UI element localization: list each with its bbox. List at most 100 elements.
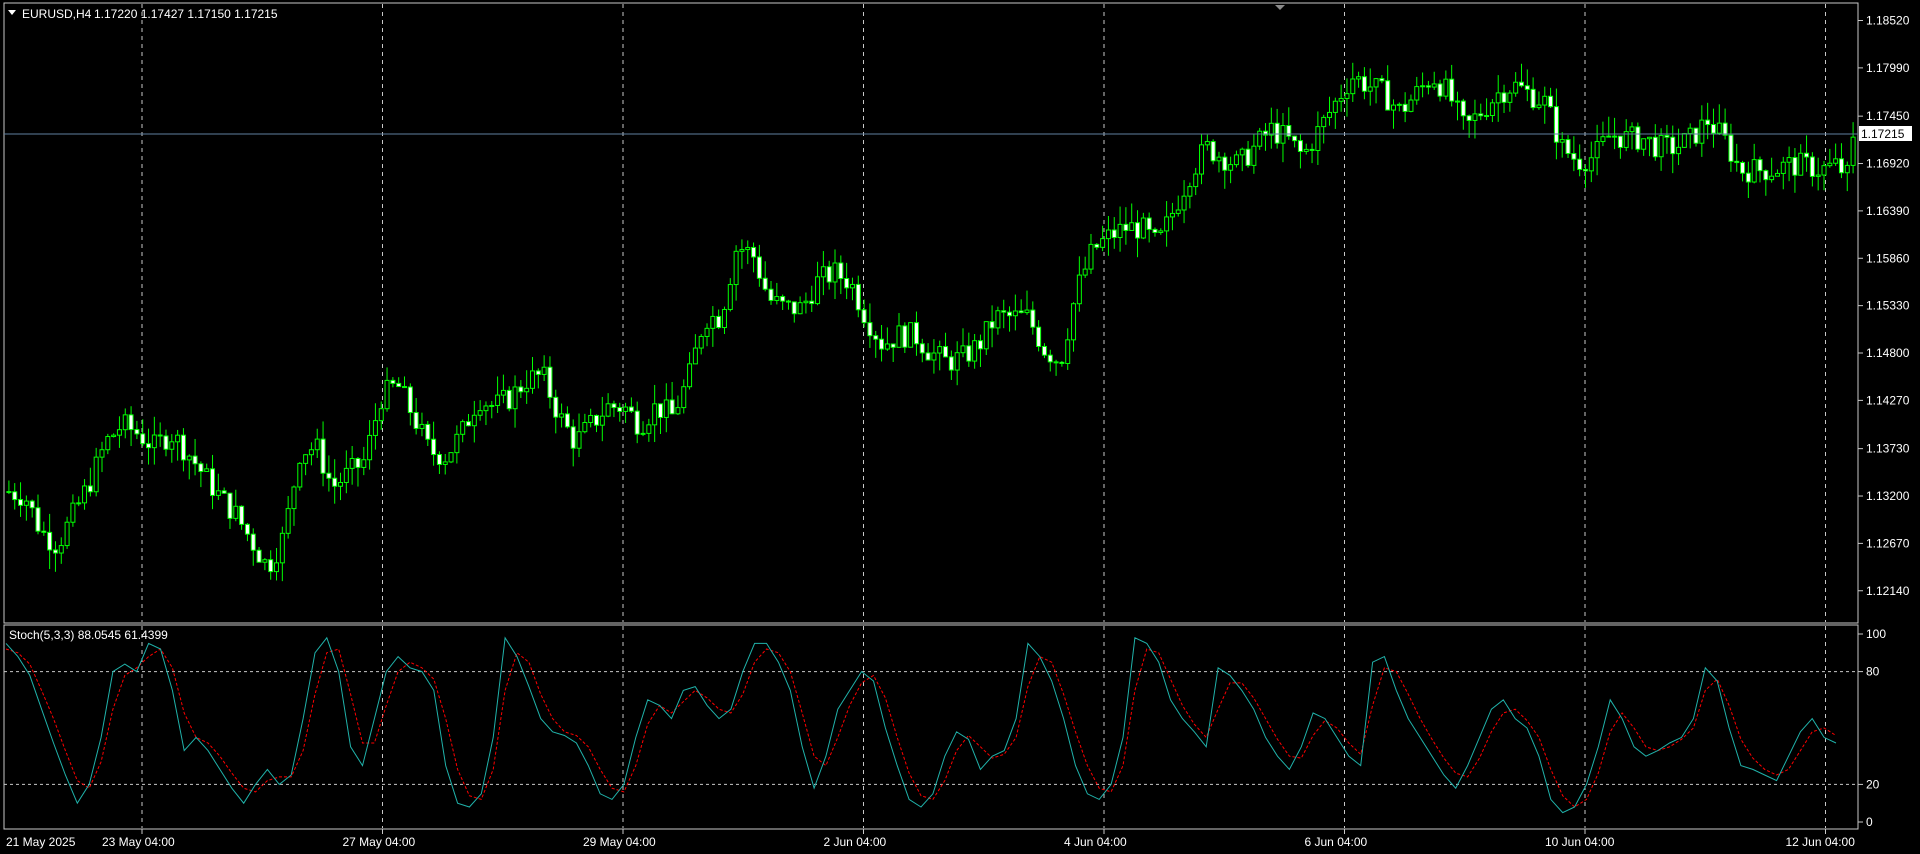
candle-body	[698, 335, 704, 349]
candle-body	[1420, 85, 1426, 88]
candle-body	[58, 545, 64, 554]
candle-body	[564, 413, 570, 428]
candle-body	[1047, 354, 1053, 363]
candle-body	[1763, 170, 1769, 181]
candle-body	[617, 407, 623, 412]
candle-body	[436, 454, 442, 465]
candle-body	[943, 346, 949, 358]
candle-body	[157, 434, 163, 437]
candle-body	[239, 505, 245, 525]
candle-body	[873, 335, 879, 340]
candle-body	[687, 363, 693, 388]
candle-body	[1111, 229, 1117, 239]
candle-body	[605, 403, 611, 417]
candle-body	[1722, 122, 1728, 136]
candle-body	[1024, 309, 1030, 314]
candle-body	[1385, 80, 1391, 111]
candle-body	[669, 399, 675, 415]
candle-body	[448, 452, 454, 463]
candle-body	[751, 246, 757, 258]
candle-body	[146, 443, 152, 449]
candle-body	[995, 310, 1001, 329]
candle-body	[1507, 92, 1513, 103]
candle-body	[1036, 326, 1042, 347]
candle-body	[1454, 100, 1460, 103]
candle-body	[64, 521, 70, 547]
candle-body	[1338, 97, 1344, 102]
time-label: 10 Jun 04:00	[1545, 835, 1615, 849]
candle-body	[1268, 122, 1274, 136]
candle-body	[1088, 243, 1094, 270]
stochastic-label: Stoch(5,3,3) 88.0545 61.4399	[9, 628, 168, 642]
candle-body	[1309, 148, 1315, 151]
candle-body	[1676, 146, 1682, 155]
candle-body	[402, 386, 408, 389]
candle-body	[1303, 148, 1309, 152]
candle-body	[1629, 126, 1635, 133]
candle-body	[355, 457, 361, 468]
candle-body	[1135, 222, 1141, 239]
candle-body	[1181, 195, 1187, 211]
candle-body	[1588, 157, 1594, 172]
price-tick-label: 1.14270	[1866, 393, 1910, 407]
candle	[297, 462, 303, 491]
candle-body	[1705, 119, 1711, 126]
candle-body	[268, 559, 274, 573]
candle-body	[221, 490, 227, 494]
candle-body	[809, 300, 815, 305]
candle-body	[140, 433, 146, 445]
candle-body	[76, 502, 82, 505]
candle-body	[1478, 113, 1484, 117]
candle-body	[175, 434, 181, 443]
candle-body	[1582, 168, 1588, 172]
candle-body	[1239, 148, 1245, 156]
candle-body	[1321, 116, 1327, 128]
candle-body	[1379, 78, 1385, 82]
candle-body	[1838, 158, 1844, 174]
candle-body	[1577, 158, 1583, 170]
candle-body	[646, 424, 652, 434]
candle-body	[500, 389, 506, 396]
candle-body	[52, 549, 58, 554]
candle-body	[937, 346, 943, 354]
candle-body	[1833, 158, 1839, 164]
chart-header: EURUSD,H4 1.17220 1.17427 1.17150 1.1721…	[8, 7, 278, 21]
candle-body	[1199, 144, 1205, 175]
candle-body	[285, 508, 291, 534]
candle-body	[12, 491, 18, 501]
candle-body	[23, 500, 29, 506]
candle-body	[652, 403, 658, 426]
candle-body	[1251, 145, 1257, 166]
candle-body	[1001, 310, 1007, 313]
candle-body	[855, 283, 861, 311]
candle-body	[1844, 164, 1850, 174]
candle-body	[1100, 238, 1106, 248]
price-tick-label: 1.17990	[1866, 61, 1910, 75]
candle-body	[274, 562, 280, 573]
candle-body	[256, 549, 262, 563]
candle-body	[1356, 76, 1362, 80]
candle-body	[1792, 157, 1798, 176]
candle-body	[1140, 217, 1146, 239]
candle-body	[1152, 228, 1158, 234]
candle-body	[1693, 127, 1699, 144]
trading-chart[interactable]: EURUSD,H4 1.17220 1.17427 1.17150 1.1721…	[0, 0, 1920, 854]
candle-body	[1327, 111, 1333, 118]
candle-body	[1501, 92, 1507, 103]
candle-body	[244, 523, 250, 535]
candle-body	[361, 459, 367, 468]
price-tick-label: 1.12670	[1866, 536, 1910, 550]
candle-body	[553, 396, 559, 418]
candle-body	[1681, 133, 1687, 148]
candle-body	[1344, 93, 1350, 99]
candle-body	[1228, 164, 1234, 171]
candle-body	[1513, 81, 1519, 94]
candle-body	[1443, 78, 1449, 97]
candle-body	[1565, 139, 1571, 155]
candle-body	[1553, 106, 1559, 143]
candle-body	[524, 387, 530, 393]
candle-body	[1204, 141, 1210, 146]
candle-body	[1460, 100, 1466, 117]
candle-body	[419, 423, 425, 429]
candle-body	[1402, 103, 1408, 112]
